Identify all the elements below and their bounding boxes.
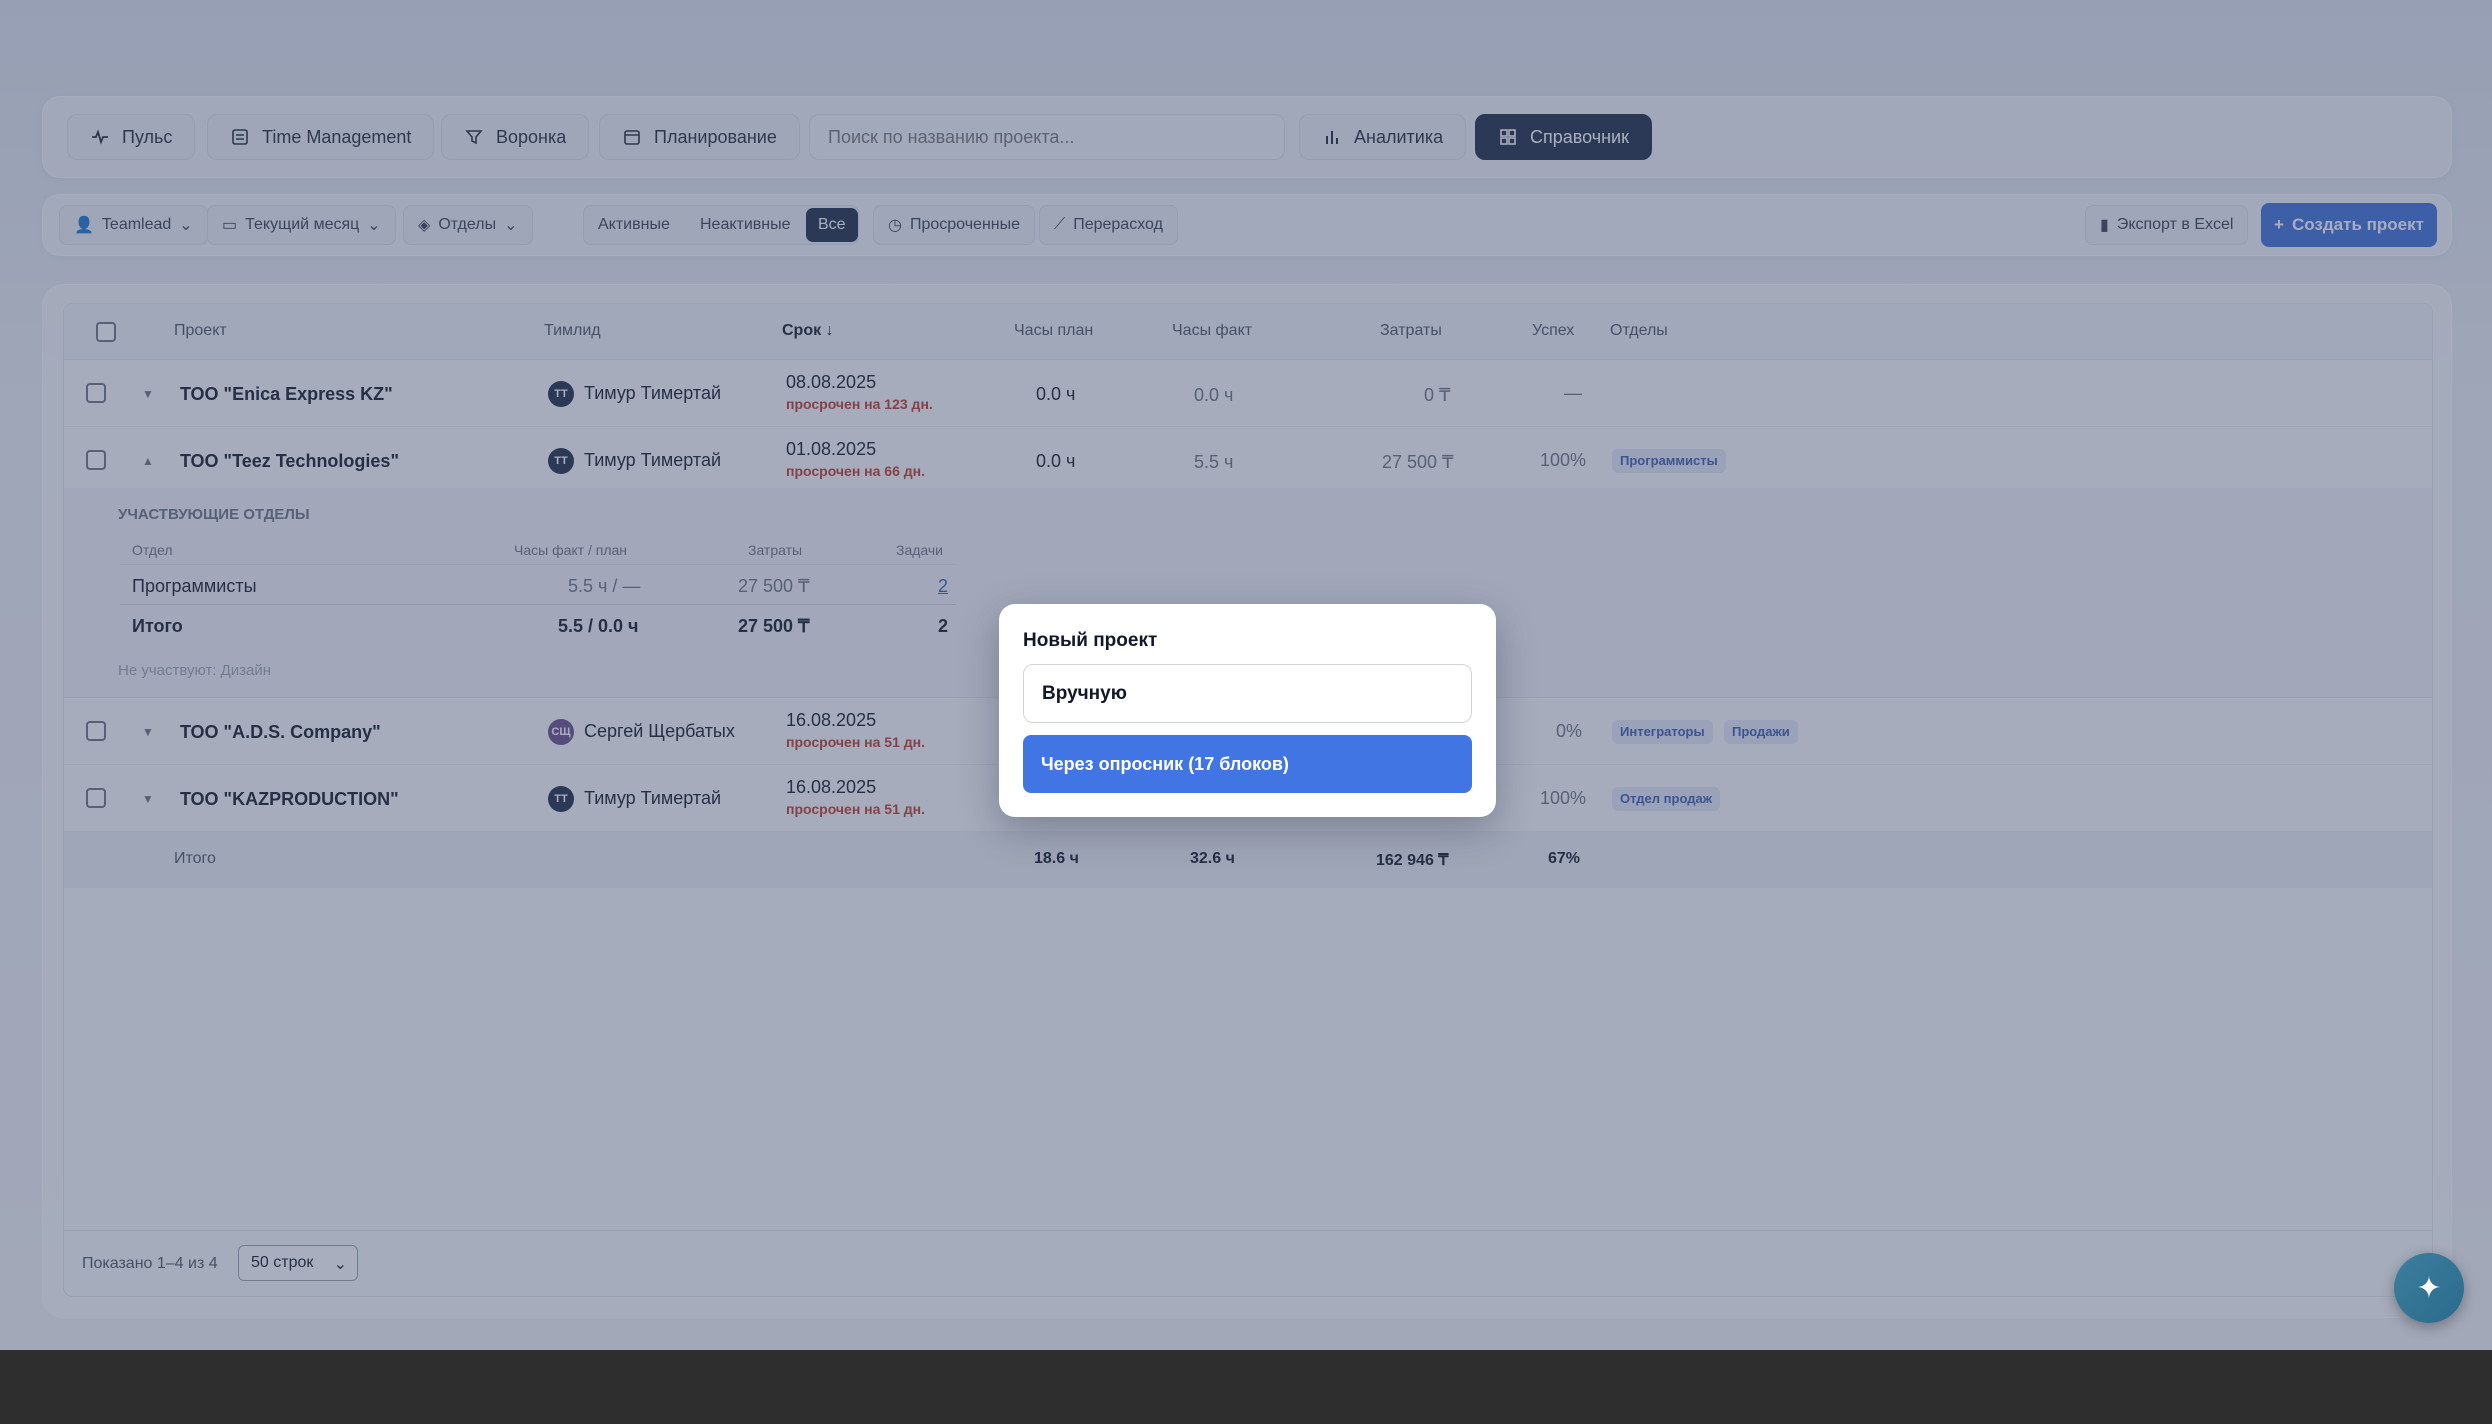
create-manual-option-button[interactable]: Вручную <box>1023 664 1472 723</box>
new-project-dialog: Новый проект Вручную Через опросник (17 … <box>999 604 1496 817</box>
create-via-survey-option-button[interactable]: Через опросник (17 блоков) <box>1023 735 1472 793</box>
dialog-title: Новый проект <box>1023 630 1158 651</box>
assistant-fab-button[interactable]: ✦ <box>2394 1253 2464 1323</box>
app-window: Пульс Time Management Воронка Планирован… <box>0 0 2492 1350</box>
sparkle-icon: ✦ <box>2416 1271 2442 1305</box>
